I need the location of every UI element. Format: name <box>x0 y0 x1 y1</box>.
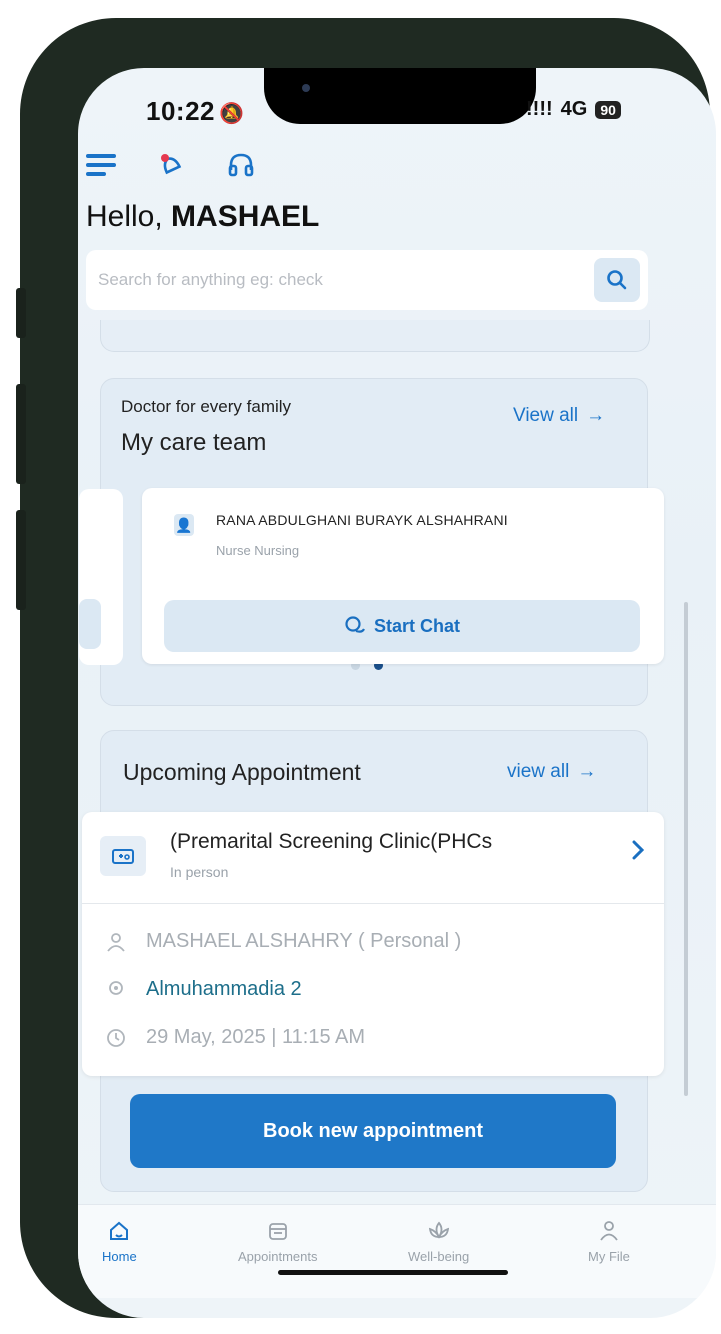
bottom-tab-bar: Home Appointments Well-being My File <box>78 1204 716 1298</box>
chat-icon <box>345 616 365 633</box>
location-name: Almuhammadia 2 <box>146 978 302 1000</box>
appointment-datetime: 29 May, 2025 | 11:15 AM <box>146 1026 366 1048</box>
view-all-label: view all <box>507 761 570 782</box>
side-button <box>16 510 26 610</box>
appointment-section-title: Upcoming Appointment <box>123 759 361 785</box>
header-toolbar <box>86 150 256 180</box>
tab-label: Well-being <box>408 1249 470 1264</box>
app-screen: 10:22🔕 !!!! 4G 90 Hello, MASHAEL D <box>78 68 716 1318</box>
tab-my-file[interactable]: My File <box>588 1219 630 1264</box>
search-icon <box>607 270 627 290</box>
view-all-label: View all <box>513 405 579 426</box>
side-button <box>16 288 26 338</box>
arrow-right-icon: → <box>586 405 606 426</box>
appointment-header[interactable]: (Premarital Screening Clinic(PHCs In per… <box>82 812 664 904</box>
clinic-icon <box>100 836 146 876</box>
patient-name: MASHAEL ALSHAHRY ( Personal ) <box>146 930 462 952</box>
tab-label: My File <box>588 1249 630 1264</box>
lotus-icon <box>428 1221 449 1239</box>
headset-icon[interactable] <box>226 150 256 180</box>
user-name: MASHAEL <box>171 200 320 233</box>
search-input[interactable] <box>98 270 594 290</box>
location-row: Almuhammadia 2 <box>106 978 302 1001</box>
notification-icon[interactable] <box>156 150 186 180</box>
person-outline-icon <box>107 932 125 952</box>
care-team-subtitle: Doctor for every family <box>121 397 292 416</box>
start-chat-button[interactable]: Start Chat <box>164 600 640 652</box>
home-indicator[interactable] <box>278 1270 508 1275</box>
status-time: 10:22 🔕 <box>146 96 244 127</box>
book-appointment-button[interactable]: Book new appointment <box>130 1094 616 1168</box>
partial-card <box>100 320 650 352</box>
care-member-card[interactable]: 👤 RANA ABDULGHANI BURAYK ALSHAHRANI Nurs… <box>142 488 664 664</box>
previous-chat-button[interactable] <box>79 599 101 649</box>
search-bar <box>86 250 648 310</box>
tab-appointments[interactable]: Appointments <box>238 1219 318 1264</box>
greeting-prefix: Hello, <box>86 200 172 233</box>
appointment-mode: In person <box>170 864 229 880</box>
profile-icon <box>600 1221 618 1241</box>
care-team-view-all[interactable]: View all → <box>513 405 605 427</box>
appointment-detail-card[interactable]: (Premarital Screening Clinic(PHCs In per… <box>82 812 664 1076</box>
signal-icon: !!!! <box>526 98 553 120</box>
tab-label: Home <box>102 1249 137 1264</box>
arrow-right-icon: → <box>577 761 597 782</box>
chevron-right-icon[interactable] <box>630 838 646 862</box>
greeting: Hello, MASHAEL <box>86 200 319 234</box>
member-role: Nurse Nursing <box>216 543 300 558</box>
member-name: RANA ABDULGHANI BURAYK ALSHAHRANI <box>216 512 508 528</box>
home-icon <box>110 1221 129 1240</box>
clock-text: 10:22 <box>146 96 215 126</box>
notch <box>264 68 536 124</box>
battery-icon: 90 <box>595 100 621 119</box>
tab-label: Appointments <box>238 1249 318 1264</box>
start-chat-label: Start Chat <box>373 615 460 636</box>
appointment-view-all[interactable]: view all → <box>507 761 596 783</box>
patient-row: MASHAEL ALSHAHRY ( Personal ) <box>106 930 461 953</box>
location-pin-icon <box>109 980 123 995</box>
bell-mute-icon: 🔕 <box>219 103 245 125</box>
previous-member-card[interactable] <box>79 489 123 665</box>
search-button[interactable] <box>594 258 640 302</box>
scrollbar[interactable] <box>684 602 688 1096</box>
menu-icon[interactable] <box>86 154 116 176</box>
tab-home[interactable]: Home <box>102 1219 137 1264</box>
clinic-name: (Premarital Screening Clinic(PHCs <box>170 830 493 853</box>
calendar-icon <box>268 1223 287 1240</box>
network-type: 4G <box>560 98 588 120</box>
side-button <box>16 384 26 484</box>
status-indicators: !!!! 4G 90 <box>526 98 621 121</box>
person-icon: 👤 <box>174 514 194 536</box>
clock-icon <box>107 1028 125 1047</box>
tab-well-being[interactable]: Well-being <box>408 1219 469 1264</box>
datetime-row: 29 May, 2025 | 11:15 AM <box>106 1026 365 1049</box>
care-team-title: My care team <box>121 429 267 456</box>
